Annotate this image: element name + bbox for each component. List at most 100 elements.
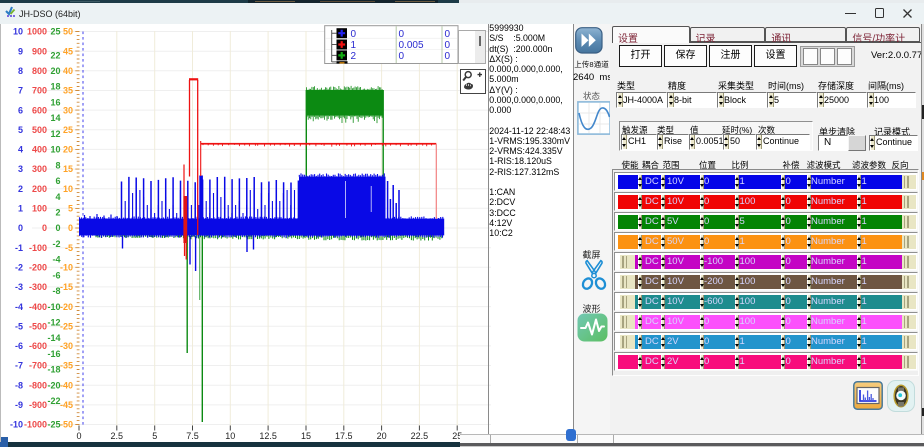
svg-text:-4: -4: [15, 302, 23, 312]
svg-text:12.5: 12.5: [259, 431, 277, 441]
svg-text:-18: -18: [47, 365, 60, 375]
svg-text:1: 1: [351, 40, 357, 51]
svg-text:0: 0: [76, 431, 81, 441]
svg-text:-45: -45: [60, 400, 73, 410]
svg-text:20: 20: [50, 66, 60, 76]
svg-text:2.5: 2.5: [111, 431, 124, 441]
svg-text:8: 8: [55, 160, 60, 170]
svg-text:0: 0: [399, 51, 405, 62]
svg-text:300: 300: [32, 164, 47, 174]
svg-text:-12: -12: [47, 318, 60, 328]
svg-text:1000: 1000: [27, 27, 47, 37]
svg-text:6: 6: [55, 176, 60, 186]
svg-text:15: 15: [301, 431, 311, 441]
svg-text:2: 2: [351, 51, 357, 62]
svg-text:0: 0: [445, 40, 451, 51]
svg-text:400: 400: [32, 145, 47, 155]
svg-text:0: 0: [55, 223, 60, 233]
svg-text:-2: -2: [15, 263, 23, 273]
svg-text:-5: -5: [65, 243, 73, 253]
svg-text:-6: -6: [52, 270, 60, 280]
svg-text:5: 5: [18, 125, 23, 135]
svg-text:9: 9: [18, 46, 23, 56]
svg-text:-900: -900: [29, 400, 47, 410]
svg-text:0: 0: [42, 223, 47, 233]
svg-text:14: 14: [50, 113, 60, 123]
svg-text:0: 0: [18, 223, 23, 233]
svg-text:-5: -5: [15, 321, 23, 331]
svg-text:25: 25: [50, 27, 60, 37]
svg-text:10: 10: [50, 145, 60, 155]
svg-text:-3: -3: [15, 282, 23, 292]
svg-text:-20: -20: [47, 380, 60, 390]
svg-text:2: 2: [18, 184, 23, 194]
svg-text:7.5: 7.5: [186, 431, 199, 441]
svg-text:-15: -15: [60, 282, 73, 292]
svg-text:30: 30: [63, 105, 73, 115]
svg-text:0: 0: [399, 29, 405, 40]
svg-text:-14: -14: [47, 333, 60, 343]
svg-text:-8: -8: [52, 286, 60, 296]
svg-text:-25: -25: [60, 321, 73, 331]
svg-text:1: 1: [18, 204, 23, 214]
svg-text:4: 4: [18, 145, 23, 155]
svg-text:40: 40: [63, 66, 73, 76]
svg-text:10: 10: [63, 184, 73, 194]
svg-text:-400: -400: [29, 302, 47, 312]
svg-text:-1000: -1000: [24, 420, 47, 430]
svg-text:35: 35: [63, 86, 73, 96]
svg-text:5: 5: [152, 431, 157, 441]
svg-text:10: 10: [13, 27, 23, 37]
svg-text:0: 0: [445, 51, 451, 62]
svg-text:-10: -10: [60, 263, 73, 273]
svg-text:-6: -6: [15, 341, 23, 351]
svg-text:20: 20: [63, 145, 73, 155]
svg-text:-30: -30: [60, 341, 73, 351]
svg-text:-300: -300: [29, 282, 47, 292]
svg-text:-9: -9: [15, 400, 23, 410]
svg-text:200: 200: [32, 184, 47, 194]
svg-text:-25: -25: [47, 420, 60, 430]
svg-text:-10: -10: [47, 302, 60, 312]
svg-text:18: 18: [50, 82, 60, 92]
svg-text:800: 800: [32, 66, 47, 76]
svg-text:0: 0: [445, 29, 451, 40]
svg-text:-40: -40: [60, 380, 73, 390]
svg-text:5: 5: [68, 204, 73, 214]
svg-text:20: 20: [377, 431, 387, 441]
svg-text:-10: -10: [10, 420, 23, 430]
svg-text:12: 12: [50, 129, 60, 139]
svg-text:-7: -7: [15, 361, 23, 371]
svg-text:500: 500: [32, 125, 47, 135]
svg-text:-20: -20: [60, 302, 73, 312]
svg-text:-600: -600: [29, 341, 47, 351]
svg-text:-100: -100: [29, 243, 47, 253]
svg-text:2: 2: [55, 208, 60, 218]
svg-text:-1: -1: [15, 243, 23, 253]
svg-text:-2: -2: [52, 239, 60, 249]
svg-text:25: 25: [63, 125, 73, 135]
svg-text:-700: -700: [29, 361, 47, 371]
svg-text:600: 600: [32, 105, 47, 115]
svg-text:0: 0: [351, 29, 357, 40]
svg-text:22.5: 22.5: [411, 431, 429, 441]
svg-text:4: 4: [55, 192, 60, 202]
svg-text:3: 3: [18, 164, 23, 174]
svg-text:-800: -800: [29, 380, 47, 390]
svg-text:-500: -500: [29, 321, 47, 331]
svg-text:8: 8: [18, 66, 23, 76]
svg-text:900: 900: [32, 46, 47, 56]
svg-text:50: 50: [63, 27, 73, 37]
svg-text:6: 6: [18, 105, 23, 115]
svg-text:-200: -200: [29, 263, 47, 273]
svg-text:-4: -4: [52, 255, 60, 265]
svg-text:7: 7: [18, 86, 23, 96]
svg-text:10: 10: [225, 431, 235, 441]
svg-text:22: 22: [50, 50, 60, 60]
svg-text:15: 15: [63, 164, 73, 174]
svg-text:45: 45: [63, 46, 73, 56]
svg-text:0: 0: [68, 223, 73, 233]
svg-text:-16: -16: [47, 349, 60, 359]
svg-text:-8: -8: [15, 380, 23, 390]
svg-text:-22: -22: [47, 396, 60, 406]
